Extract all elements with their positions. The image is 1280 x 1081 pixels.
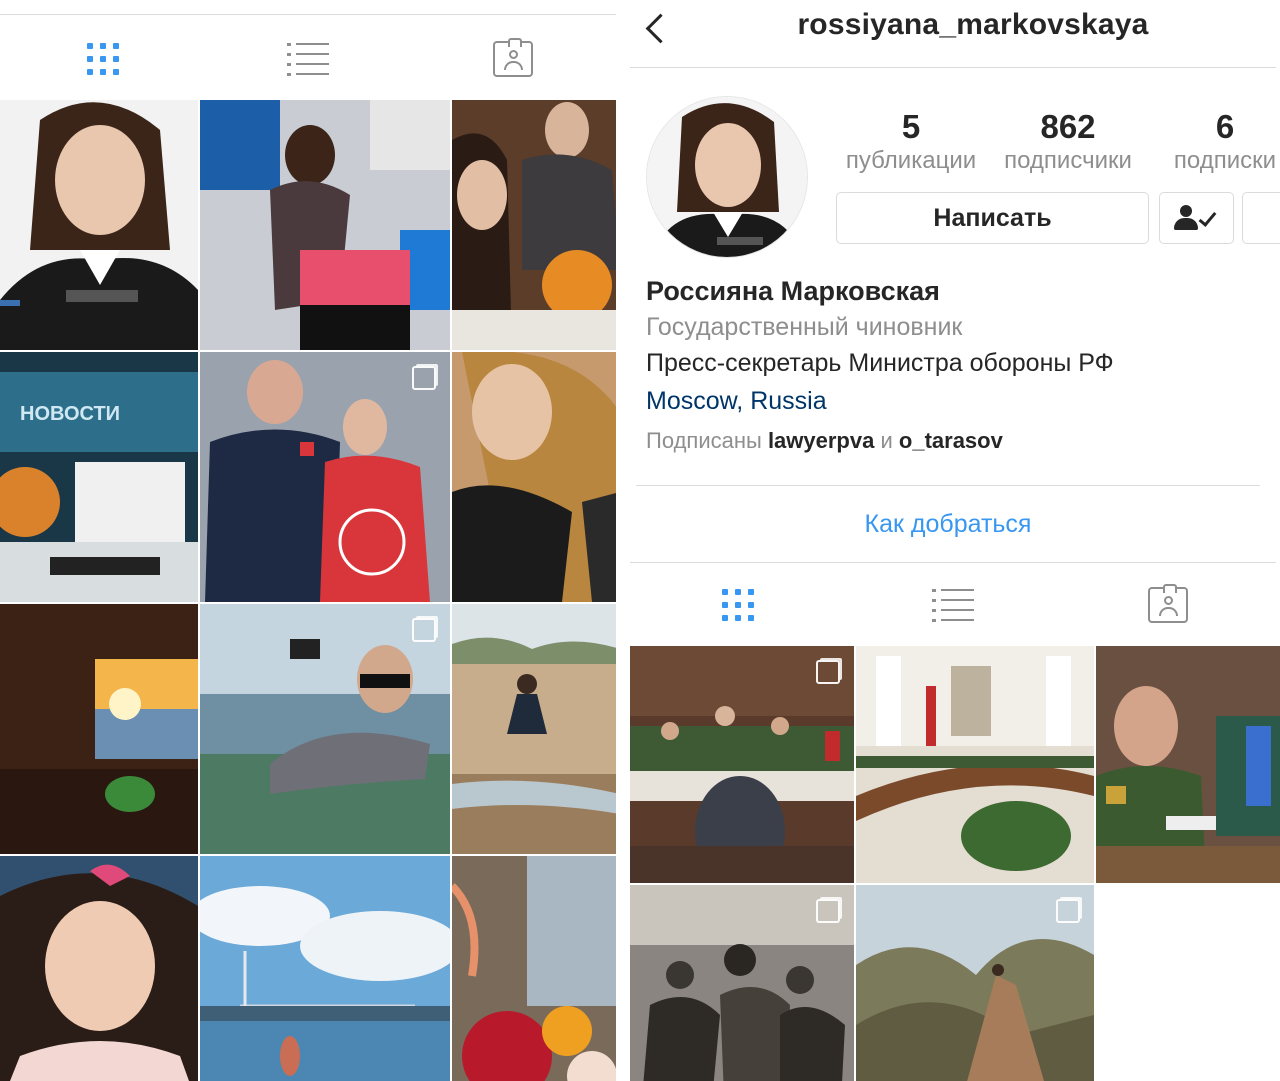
photo-tile[interactable]: [0, 604, 198, 854]
followed-user[interactable]: lawyerpva: [768, 428, 874, 453]
photo-news-desk: НОВОСТИ: [0, 352, 198, 602]
full-name: Россияна Марковская: [646, 276, 940, 306]
photo-tile[interactable]: [452, 100, 616, 350]
stat-following[interactable]: 6 подписки: [1160, 108, 1280, 176]
photo-general-portrait: [1096, 646, 1280, 883]
tab-grid[interactable]: [73, 29, 133, 89]
photo-grid: НОВОСТИ: [0, 100, 616, 1081]
profile-tab-bar: [630, 562, 1276, 646]
followed-user[interactable]: o_tarasov: [899, 428, 1003, 453]
photo-meeting-flowers: [452, 100, 616, 350]
list-icon: [286, 42, 329, 76]
photo-sunset-window: [0, 604, 198, 854]
followers-count: 862: [1040, 108, 1096, 145]
right-profile-panel: rossiyana_markovskaya 5 публикации 862 п…: [630, 0, 1280, 1081]
following-count: 6: [1215, 108, 1235, 145]
photo-flowers-window: [452, 856, 616, 1081]
svg-text:НОВОСТИ: НОВОСТИ: [20, 403, 120, 425]
profile-header: rossiyana_markovskaya: [630, 0, 1276, 68]
photo-tile[interactable]: [200, 856, 450, 1081]
posts-count: 5: [901, 108, 921, 145]
tab-tagged[interactable]: [1138, 575, 1198, 635]
stat-posts[interactable]: 5 публикации: [836, 108, 986, 176]
photo-tile[interactable]: [452, 352, 616, 602]
directions-button[interactable]: Как добраться: [636, 485, 1260, 562]
divider: [0, 14, 616, 15]
stat-followers[interactable]: 862 подписчики: [992, 108, 1144, 176]
grid-icon: [86, 43, 119, 75]
photo-tile[interactable]: [452, 604, 616, 854]
checkmark-icon: [1198, 208, 1217, 227]
person-body-icon: [1174, 218, 1198, 230]
photo-conference-hall: [856, 646, 1094, 883]
tagged-person-icon: [1148, 583, 1189, 623]
photo-tile[interactable]: НОВОСТИ: [0, 352, 198, 602]
tab-grid[interactable]: [708, 575, 768, 635]
photo-tile[interactable]: [200, 604, 450, 854]
more-options-button[interactable]: [1242, 192, 1280, 244]
photo-child-portrait: [0, 856, 198, 1081]
tagged-person-icon: [493, 38, 534, 77]
avatar-image: [647, 97, 807, 257]
photo-portrait-uniform: [0, 100, 198, 350]
photo-bridge-sea: [200, 856, 450, 1081]
followed-prefix: Подписаны: [646, 428, 762, 453]
grid-icon: [721, 588, 754, 621]
bio-text: Пресс-секретарь Министра обороны РФ: [646, 349, 1114, 377]
tab-list[interactable]: [923, 575, 983, 635]
tab-tagged[interactable]: [483, 29, 543, 89]
carousel-icon: [412, 618, 436, 642]
photo-tile[interactable]: [856, 885, 1094, 1081]
following-button[interactable]: [1159, 192, 1234, 244]
photo-tile[interactable]: [630, 646, 854, 883]
carousel-icon: [816, 660, 840, 684]
photo-tile[interactable]: [1096, 646, 1280, 883]
followed-and: и: [880, 428, 893, 453]
screenshot-collage: НОВОСТИ rossiyana_markovskaya 5 публикац…: [0, 0, 1280, 1081]
photo-selfie: [452, 352, 616, 602]
carousel-icon: [816, 899, 840, 923]
photo-tile[interactable]: [452, 856, 616, 1081]
tab-list[interactable]: [278, 29, 338, 89]
profile-tab-bar: [0, 18, 616, 100]
photo-tile[interactable]: [630, 885, 854, 1081]
carousel-icon: [1056, 899, 1080, 923]
posts-label: публикации: [845, 147, 977, 174]
photo-beach-jump: [452, 604, 616, 854]
photo-grid: [630, 646, 1280, 1081]
category-label: Государственный чиновник: [646, 313, 963, 341]
followed-by[interactable]: Подписаны lawyerpva и o_tarasov: [646, 428, 1003, 454]
photo-tile[interactable]: [856, 646, 1094, 883]
list-icon: [931, 588, 974, 622]
photo-tile[interactable]: [0, 856, 198, 1081]
message-button[interactable]: Написать: [836, 192, 1149, 244]
photo-tile[interactable]: [200, 352, 450, 602]
carousel-icon: [412, 366, 436, 390]
location-link[interactable]: Moscow, Russia: [646, 387, 827, 416]
following-label: подписки: [1173, 147, 1277, 174]
photo-tile[interactable]: [0, 100, 198, 350]
person-icon: [1180, 205, 1192, 217]
photo-tile[interactable]: [200, 100, 450, 350]
left-profile-panel: НОВОСТИ: [0, 0, 616, 1081]
followers-label: подписчики: [1004, 147, 1132, 174]
avatar[interactable]: [646, 96, 808, 258]
profile-username: rossiyana_markovskaya: [797, 8, 1149, 41]
photo-studio-flowers: [200, 100, 450, 350]
